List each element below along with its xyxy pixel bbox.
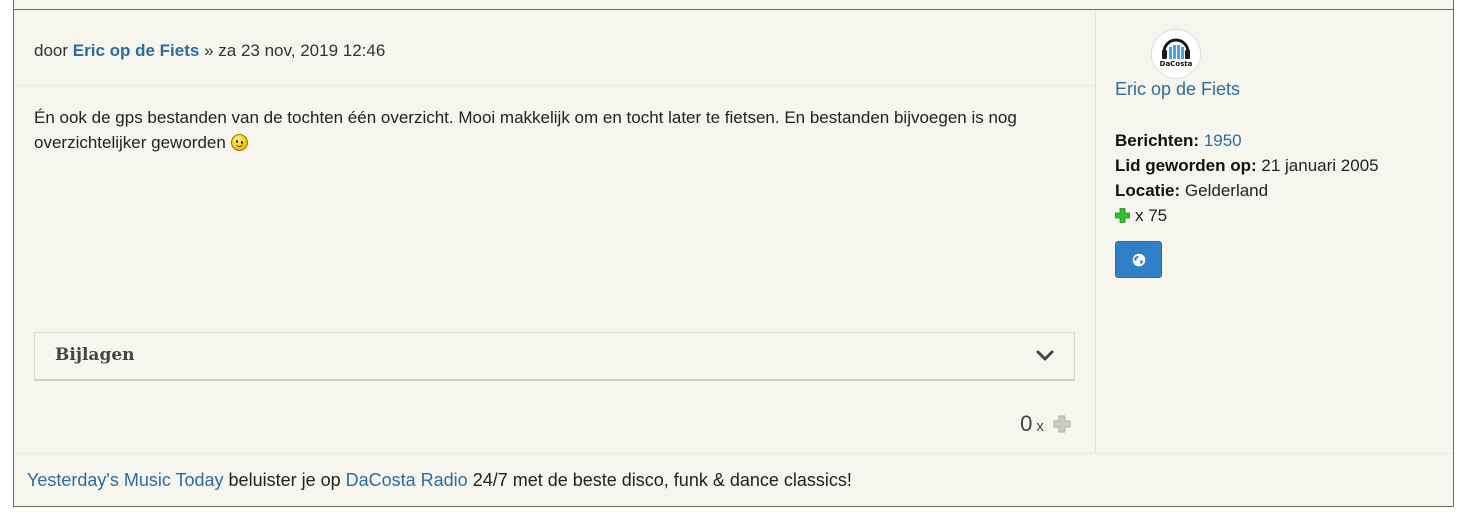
attachments-title: Bijlagen xyxy=(55,345,135,365)
post-content: Én ook de gps bestanden van de tochten é… xyxy=(34,105,1064,155)
posts-label: Berichten: xyxy=(1115,131,1200,150)
location-value: Gelderland xyxy=(1184,181,1269,200)
post-body: door Eric op de Fiets » za 23 nov, 2019 … xyxy=(14,10,1095,453)
add-thanks-icon[interactable] xyxy=(1053,415,1071,433)
location-stat: Locatie: Gelderland xyxy=(1115,181,1268,201)
joined-label: Lid geworden op: xyxy=(1115,156,1257,175)
joined-value: 21 januari 2005 xyxy=(1261,156,1379,175)
signature-text-2: 24/7 met de beste disco, funk & dance cl… xyxy=(467,470,852,490)
thanks-x: x xyxy=(1036,418,1044,435)
header-divider xyxy=(14,85,1095,86)
dacosta-radio-link[interactable]: DaCosta Radio xyxy=(346,470,468,490)
dacosta-logo-icon: DaCosta xyxy=(1160,38,1193,68)
post-author-link[interactable]: Eric op de Fiets xyxy=(73,41,200,60)
posts-stat: Berichten: 1950 xyxy=(1115,131,1242,151)
signature: Yesterday's Music Today beluister je op … xyxy=(14,453,1453,506)
author-profile: DaCosta Eric op de Fiets Berichten: 1950… xyxy=(1095,10,1455,453)
wink-smiley-icon xyxy=(230,134,248,151)
post-date: za 23 nov, 2019 12:46 xyxy=(218,41,386,60)
location-label: Locatie: xyxy=(1115,181,1181,200)
by-prefix: door xyxy=(34,41,69,60)
date-separator: » xyxy=(204,41,214,60)
post-container: door Eric op de Fiets » za 23 nov, 2019 … xyxy=(13,0,1454,507)
avatar-text: DaCosta xyxy=(1160,60,1193,68)
post-top-border xyxy=(14,0,1453,10)
globe-icon xyxy=(1132,253,1146,267)
signature-text-1: beluister je op xyxy=(223,470,346,490)
plus-icon xyxy=(1115,208,1130,223)
website-button[interactable] xyxy=(1115,241,1162,278)
posts-count-link[interactable]: 1950 xyxy=(1204,131,1242,150)
profile-username-link[interactable]: Eric op de Fiets xyxy=(1115,79,1240,100)
thanks-count: 0 xyxy=(1020,411,1033,436)
thanks-counter: 0x xyxy=(1020,411,1071,437)
chevron-down-icon xyxy=(1036,350,1054,361)
signature-text: Yesterday's Music Today beluister je op … xyxy=(27,470,852,491)
yesterdays-music-link[interactable]: Yesterday's Music Today xyxy=(27,470,224,490)
joined-stat: Lid geworden op: 21 januari 2005 xyxy=(1115,156,1379,176)
attachments-toggle[interactable]: Bijlagen xyxy=(34,332,1075,381)
thanks-received-stat: x 75 xyxy=(1115,206,1167,226)
post-header: door Eric op de Fiets » za 23 nov, 2019 … xyxy=(34,41,385,61)
post-content-text: Én ook de gps bestanden van de tochten é… xyxy=(34,108,1017,152)
thanks-received-value: x 75 xyxy=(1135,206,1168,225)
avatar[interactable]: DaCosta xyxy=(1151,29,1201,79)
